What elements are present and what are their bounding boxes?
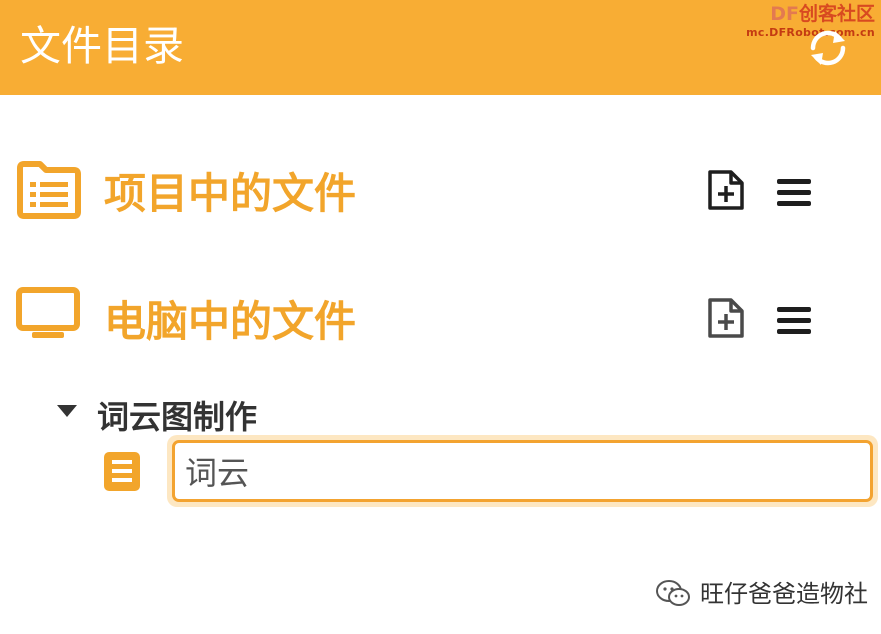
computer-files-title: 电脑中的文件 xyxy=(104,297,357,346)
file-plus-icon[interactable] xyxy=(705,168,747,212)
document-icon xyxy=(104,452,140,491)
wechat-account-watermark: 旺仔爸爸造物社 xyxy=(654,578,868,610)
rename-file-input-wrapper xyxy=(167,435,878,507)
file-plus-icon[interactable] xyxy=(705,296,747,340)
caret-down-icon[interactable] xyxy=(56,404,78,418)
rename-file-input[interactable] xyxy=(175,443,870,499)
wechat-account-name: 旺仔爸爸造物社 xyxy=(700,580,868,608)
header-bar: 文件目录 DF创客社区 mc.DFRobot.com.cn xyxy=(0,0,881,95)
page-title: 文件目录 xyxy=(20,22,184,70)
hamburger-menu-icon[interactable] xyxy=(775,176,813,210)
folder-list-icon xyxy=(17,161,81,219)
hamburger-menu-icon[interactable] xyxy=(775,304,813,338)
monitor-icon xyxy=(16,287,80,338)
tree-folder-label[interactable]: 词云图制作 xyxy=(97,396,257,438)
refresh-button[interactable] xyxy=(802,22,854,74)
computer-files-section[interactable]: 电脑中的文件 xyxy=(0,284,881,354)
watermark-brand-df: DF xyxy=(770,3,799,25)
project-files-title: 项目中的文件 xyxy=(104,169,357,218)
rename-file-input-box xyxy=(172,440,873,502)
project-files-section[interactable]: 项目中的文件 xyxy=(0,156,881,226)
refresh-icon xyxy=(810,30,846,66)
wechat-icon xyxy=(656,580,690,606)
file-directory-page: 文件目录 DF创客社区 mc.DFRobot.com.cn 项目中的文件 电脑中… xyxy=(0,0,881,634)
